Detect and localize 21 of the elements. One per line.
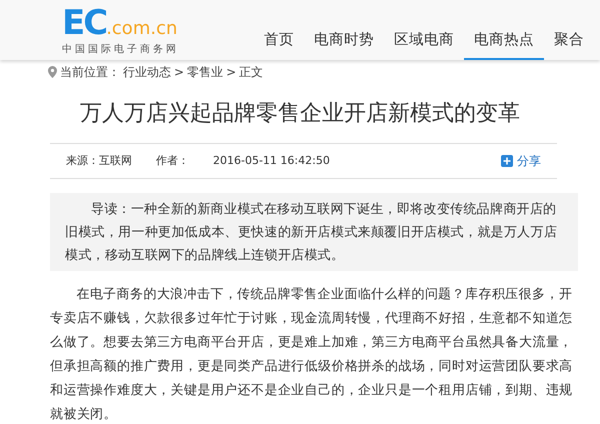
logo[interactable]: EC.com.cn 中国国际电子商务网 [62,8,179,57]
nav-tab[interactable]: 电商时势 [304,30,384,60]
nav-tab[interactable]: 聚合 [544,30,594,60]
body-paragraph: 在电子商务的大浪冲击下，传统品牌零售企业面临什么样的问题？库存积压很多，开专卖店不赚钱，欠款很多过年忙于讨账，现金流周转慢，代理商不好招，生意都不知道怎么做了。想要去第三方电商平台开店，更是难上加难，第三方电商平台虽然具备大流量，但承担高额的推广费用，更是同类产品进行低级价格拼杀的战场，同时对运营团队要求高和运营操作难度大，关键是用户还不是企业自己的，企业只是一个租用店铺，到期、违规就被关闭。 [50,286,574,424]
article-title: 万人万店兴起品牌零售企业开店新模式的变革 [79,101,521,128]
nav-tab[interactable]: 区域电商 [384,30,464,60]
breadcrumb-separator: > [174,64,184,81]
publish-date: 2016-05-11 16:42:50 [213,153,330,170]
breadcrumb-separator: > [226,64,236,81]
location-pin-icon [48,66,57,78]
plus-icon [501,155,513,168]
nav-tab[interactable]: 首页 [254,30,304,60]
nav-tab[interactable]: 电商热点 [464,30,544,60]
author-label: 作者： [156,153,189,170]
share-button[interactable]: 分享 [501,152,541,170]
breadcrumb-label: 当前位置： [60,64,120,81]
breadcrumb-link[interactable]: 零售业 [187,63,224,81]
breadcrumb-link[interactable]: 行业动态 [123,63,171,81]
breadcrumb-link[interactable]: 正文 [239,63,264,81]
lead-paragraph: 导读：一种全新的新商业模式在移动互联网下诞生，即将改变传统品牌商开店的旧模式，用一种更加低成本、更快速的新开店模式来颠覆旧开店模式，就是万人万店模式，移动互联网下的品牌线上连锁开店模式。 [65,201,558,266]
source-label: 来源：互联网 [66,153,132,170]
